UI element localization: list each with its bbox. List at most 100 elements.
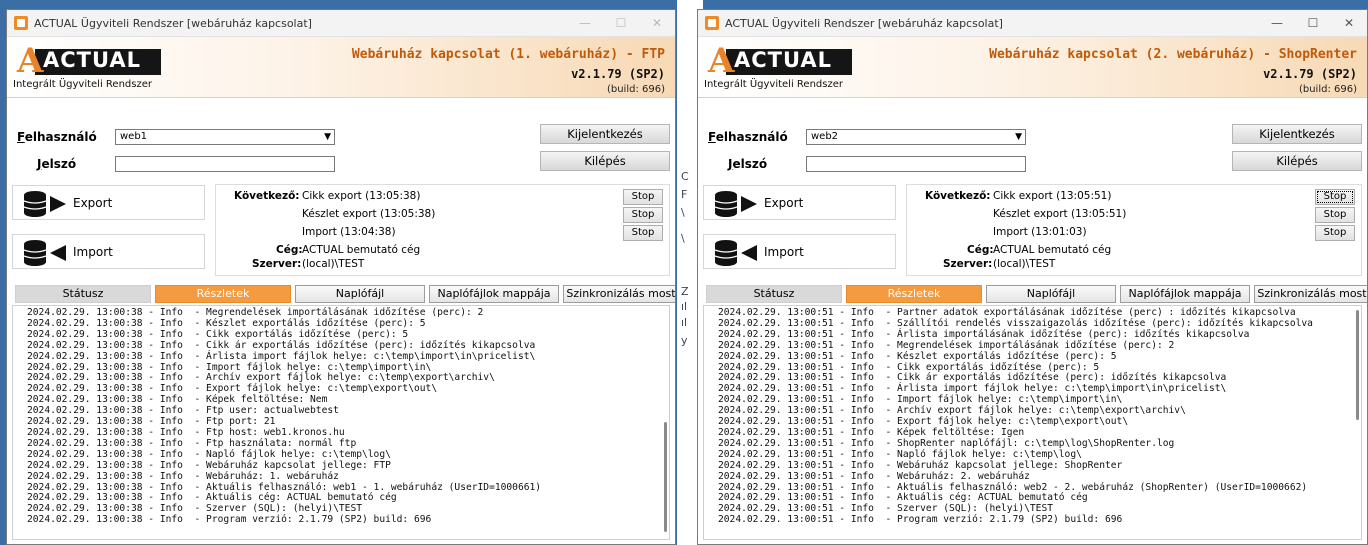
sync-now-button[interactable]: Szinkronizálás most	[1254, 285, 1367, 303]
schedule-panel: Következő: Cikk export (13:05:38) Készle…	[215, 184, 670, 276]
close-icon[interactable]: ✕	[1331, 16, 1367, 30]
logfile-button[interactable]: Naplófájl	[295, 285, 425, 303]
log-line: 2024.02.29. 13:00:51 - Info - Webáruház:…	[718, 470, 1030, 482]
header-title: Webáruház kapcsolat (1. webáruház) - FTP	[351, 47, 665, 62]
export-icon	[23, 191, 66, 217]
company-label: Cég:	[276, 244, 303, 256]
schedule-item: Cikk export (13:05:51)	[993, 190, 1112, 202]
minimize-icon[interactable]: —	[567, 16, 603, 30]
log-line: 2024.02.29. 13:00:38 - Info - Webáruház:…	[27, 470, 339, 482]
log-line: 2024.02.29. 13:00:38 - Info - Program ve…	[27, 514, 432, 526]
password-label: Jelszó	[728, 157, 768, 171]
schedule-item: Cikk export (13:05:38)	[302, 190, 421, 202]
log-scrollbar[interactable]	[1355, 310, 1359, 535]
actual-logo: A ACTUAL Integrált Ügyviteli Rendszer	[13, 43, 183, 95]
password-field[interactable]	[806, 156, 1026, 172]
background-text: y	[681, 334, 688, 347]
company-value: ACTUAL bemutató cég	[993, 244, 1112, 256]
maximize-icon[interactable]: ☐	[1295, 16, 1331, 30]
log-lines: 2024.02.29. 13:00:51 - Info - Partner ad…	[704, 306, 1361, 526]
actual-logo: A ACTUAL Integrált Ügyviteli Rendszer	[704, 43, 874, 95]
minimize-icon[interactable]: —	[1259, 16, 1295, 30]
import-icon	[714, 240, 757, 266]
log-line: 2024.02.29. 13:00:51 - Info - Program ve…	[718, 514, 1123, 526]
log-line: 2024.02.29. 13:00:38 - Info - Webáruház …	[27, 459, 391, 471]
stop-button[interactable]: Stop	[1315, 207, 1355, 223]
server-label: Szerver:	[943, 258, 993, 270]
background-text: Z	[681, 285, 689, 298]
log-folder-button[interactable]: Naplófájlok mappája	[429, 285, 559, 303]
title-bar[interactable]: ACTUAL Ügyviteli Rendszer [webáruház kap…	[698, 10, 1367, 37]
tab-status[interactable]: Státusz	[15, 285, 151, 303]
stop-button[interactable]: Stop	[623, 225, 663, 241]
chevron-down-icon[interactable]: ▼	[324, 130, 331, 144]
sync-now-button[interactable]: Szinkronizálás most	[563, 285, 675, 303]
schedule-item: Készlet export (13:05:51)	[993, 208, 1127, 220]
window-webshop-2[interactable]: ACTUAL Ügyviteli Rendszer [webáruház kap…	[697, 9, 1368, 545]
background-text: \	[681, 232, 685, 245]
stop-button[interactable]: Stop	[1315, 225, 1355, 241]
export-button[interactable]: Export	[12, 185, 205, 220]
app-icon	[705, 16, 719, 30]
logout-button[interactable]: Kijelentkezés	[1232, 124, 1362, 144]
exit-button[interactable]: Kilépés	[1232, 151, 1362, 171]
user-select[interactable]: web1 ▼	[115, 129, 335, 145]
build-label: (build: 696)	[606, 84, 665, 95]
maximize-icon[interactable]: ☐	[603, 16, 639, 30]
app-icon	[14, 16, 28, 30]
app-header: A ACTUAL Integrált Ügyviteli Rendszer We…	[7, 37, 675, 98]
schedule-item: Import (13:01:03)	[993, 226, 1087, 238]
next-label: Következő:	[925, 190, 991, 202]
logo-subtitle: Integrált Ügyviteli Rendszer	[13, 79, 152, 90]
schedule-item: Import (13:04:38)	[302, 226, 396, 238]
export-label: Export	[764, 196, 804, 210]
company-label: Cég:	[967, 244, 994, 256]
schedule-item: Készlet export (13:05:38)	[302, 208, 436, 220]
user-select[interactable]: web2 ▼	[806, 129, 1026, 145]
import-button[interactable]: Import	[12, 234, 205, 269]
password-field[interactable]	[115, 156, 335, 172]
version-label: v2.1.79 (SP2)	[571, 67, 665, 81]
tab-details[interactable]: Részletek	[846, 285, 982, 303]
stop-button[interactable]: Stop	[1315, 189, 1355, 205]
import-label: Import	[764, 245, 804, 259]
import-button[interactable]: Import	[703, 234, 896, 269]
export-button[interactable]: Export	[703, 185, 896, 220]
log-scrollbar[interactable]	[663, 310, 667, 535]
exit-button[interactable]: Kilépés	[540, 151, 670, 171]
build-label: (build: 696)	[1298, 84, 1357, 95]
schedule-panel: Következő: Cikk export (13:05:51) Készle…	[906, 184, 1362, 276]
user-label: Felhasználó	[708, 130, 788, 144]
tab-status[interactable]: Státusz	[706, 285, 842, 303]
window-webshop-1[interactable]: ACTUAL Ügyviteli Rendszer [webáruház kap…	[6, 9, 676, 545]
tab-details[interactable]: Részletek	[155, 285, 291, 303]
log-line: 2024.02.29. 13:00:51 - Info - Megrendelé…	[718, 339, 1175, 351]
chevron-down-icon[interactable]: ▼	[1015, 130, 1022, 144]
company-value: ACTUAL bemutató cég	[302, 244, 421, 256]
log-line: 2024.02.29. 13:00:38 - Info - Árlista im…	[27, 350, 536, 362]
logo-subtitle: Integrált Ügyviteli Rendszer	[704, 79, 843, 90]
log-line: 2024.02.29. 13:00:38 - Info - Cikk ár ex…	[27, 339, 536, 351]
log-folder-button[interactable]: Naplófájlok mappája	[1120, 285, 1250, 303]
logfile-button[interactable]: Naplófájl	[986, 285, 1116, 303]
import-label: Import	[73, 245, 113, 259]
scrollbar-thumb[interactable]	[1356, 310, 1359, 420]
logout-button[interactable]: Kijelentkezés	[540, 124, 670, 144]
export-icon	[714, 191, 757, 217]
next-label: Következő:	[234, 190, 300, 202]
background-text: F	[681, 188, 688, 201]
header-title: Webáruház kapcsolat (2. webáruház) - Sho…	[989, 47, 1357, 62]
background-text: C	[681, 170, 689, 183]
export-label: Export	[73, 196, 113, 210]
scrollbar-thumb[interactable]	[664, 422, 667, 532]
background-text: ıl	[681, 316, 688, 329]
password-label: Jelszó	[37, 157, 77, 171]
stop-button[interactable]: Stop	[623, 189, 663, 205]
log-panel[interactable]: 2024.02.29. 13:00:38 - Info - Megrendelé…	[12, 305, 670, 540]
title-bar[interactable]: ACTUAL Ügyviteli Rendszer [webáruház kap…	[7, 10, 675, 37]
import-icon	[23, 240, 66, 266]
stop-button[interactable]: Stop	[623, 207, 663, 223]
close-icon[interactable]: ✕	[639, 16, 675, 30]
log-panel[interactable]: 2024.02.29. 13:00:51 - Info - Partner ad…	[703, 305, 1362, 540]
server-label: Szerver:	[252, 258, 302, 270]
